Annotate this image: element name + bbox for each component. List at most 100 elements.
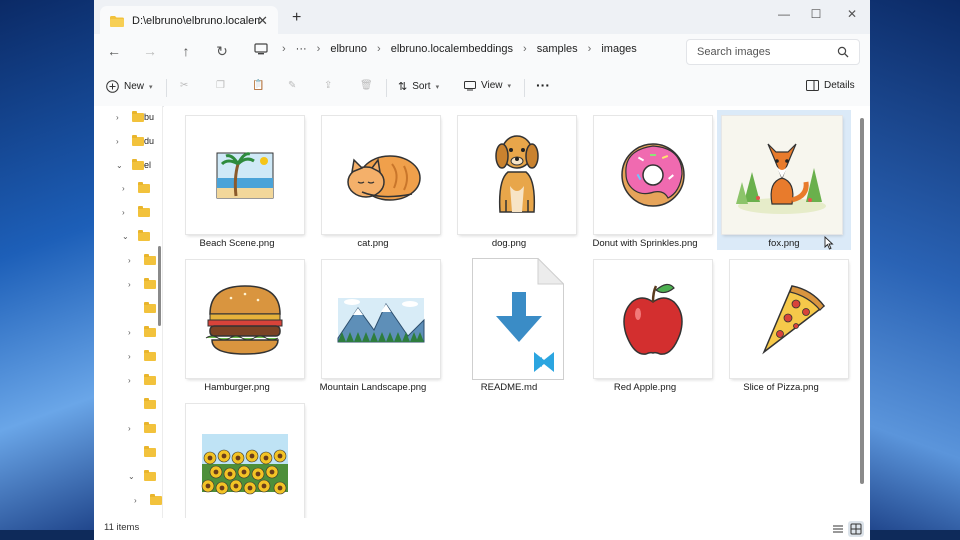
chevron-icon[interactable]: ›: [128, 376, 138, 385]
details-pane-button[interactable]: Details: [806, 80, 855, 91]
rename-icon[interactable]: ✎: [288, 80, 296, 91]
chevron-icon[interactable]: ›: [128, 280, 138, 289]
content-scrollbar[interactable]: [860, 118, 864, 484]
nav-item[interactable]: [128, 302, 156, 313]
chevron-right-icon[interactable]: ›: [317, 43, 321, 55]
chevron-icon[interactable]: ›: [128, 256, 138, 265]
navigation-scrollbar[interactable]: [158, 246, 161, 326]
nav-item-label: el: [144, 160, 152, 170]
sort-button[interactable]: ⇅ Sort ▾: [398, 80, 439, 93]
chevron-icon[interactable]: ›: [128, 352, 138, 361]
delete-icon[interactable]: 🗑: [360, 80, 373, 91]
search-box[interactable]: [686, 39, 860, 65]
cut-icon[interactable]: ✂: [180, 80, 188, 91]
view-button-label: View: [481, 80, 503, 91]
file-name: Red Apple.png: [613, 382, 677, 393]
file-item[interactable]: Donut with Sprinkles.png: [577, 110, 713, 250]
chevron-right-icon[interactable]: ›: [282, 43, 286, 55]
file-item[interactable]: Beach Scene.png: [169, 110, 305, 250]
breadcrumb-images[interactable]: images: [601, 43, 636, 55]
nav-item[interactable]: › du: [116, 134, 155, 146]
chevron-icon[interactable]: ›: [122, 184, 132, 193]
file-item[interactable]: README.md: [441, 254, 577, 394]
view-button[interactable]: View ▾: [464, 80, 511, 91]
file-item[interactable]: dog.png: [441, 110, 577, 250]
nav-item[interactable]: ⌄: [128, 470, 156, 481]
nav-item[interactable]: ›: [128, 254, 156, 265]
nav-item[interactable]: ›: [128, 350, 156, 361]
new-button[interactable]: New ▾: [106, 80, 153, 93]
desktop-wallpaper-left: [0, 0, 96, 540]
see-more-button[interactable]: ···: [536, 77, 550, 93]
file-grid: Beach Scene.png cat.png dog.png Donut wi…: [164, 106, 870, 522]
close-window-button[interactable]: ✕: [842, 7, 862, 21]
fox-thumbnail: [722, 116, 842, 234]
chevron-right-icon[interactable]: ›: [377, 43, 381, 55]
folder-icon: [144, 302, 156, 313]
refresh-icon[interactable]: ↻: [212, 43, 232, 60]
explorer-tab[interactable]: D:\elbruno\elbruno.localembeddings ✕: [100, 6, 278, 36]
file-item[interactable]: Mountain Landscape.png: [305, 254, 441, 394]
file-item[interactable]: cat.png: [305, 110, 441, 250]
paste-icon[interactable]: 📋: [252, 80, 264, 91]
mouse-cursor-icon: [824, 236, 834, 250]
chevron-icon[interactable]: ⌄: [122, 232, 132, 241]
minimize-button[interactable]: —: [774, 7, 794, 21]
forward-arrow-icon[interactable]: →: [140, 43, 160, 59]
nav-item[interactable]: ›: [128, 326, 156, 337]
chevron-icon[interactable]: ›: [134, 496, 144, 505]
plus-circle-icon: [106, 80, 119, 93]
breadcrumb-samples[interactable]: samples: [537, 43, 578, 55]
nav-item[interactable]: ⌄ el: [116, 158, 152, 170]
chevron-right-icon[interactable]: ›: [523, 43, 527, 55]
chevron-icon[interactable]: ›: [116, 137, 126, 146]
copy-icon[interactable]: ❐: [216, 80, 225, 91]
new-tab-button[interactable]: +: [292, 9, 301, 27]
file-item[interactable]: [169, 398, 305, 538]
chevron-icon[interactable]: ⌄: [128, 472, 138, 481]
nav-item[interactable]: ›: [122, 182, 150, 193]
share-icon[interactable]: ⇪: [324, 80, 332, 91]
chevron-down-icon: ▾: [149, 83, 153, 91]
vscode-file-icon: [472, 257, 565, 380]
chevron-icon[interactable]: ›: [116, 113, 126, 122]
nav-item[interactable]: [128, 398, 156, 409]
desktop-wallpaper-right: [868, 0, 960, 540]
beach-thumbnail: [186, 116, 304, 234]
file-item[interactable]: Hamburger.png: [169, 254, 305, 394]
file-item[interactable]: Slice of Pizza.png: [713, 254, 849, 394]
tab-title: D:\elbruno\elbruno.localembeddings: [132, 15, 260, 27]
chevron-icon[interactable]: ⌄: [116, 161, 126, 170]
nav-item[interactable]: ⌄: [122, 230, 150, 241]
nav-item[interactable]: [128, 446, 156, 457]
close-tab-icon[interactable]: ✕: [257, 13, 268, 29]
chevron-icon[interactable]: ›: [128, 328, 138, 337]
large-icons-view-icon[interactable]: [848, 521, 864, 537]
nav-item[interactable]: ›: [134, 494, 162, 505]
toolbar-divider: [166, 79, 167, 97]
search-input[interactable]: [697, 46, 837, 58]
this-pc-icon[interactable]: [254, 43, 268, 55]
nav-item[interactable]: ›: [128, 422, 156, 433]
file-item-selected[interactable]: fox.png: [717, 110, 851, 250]
breadcrumb-overflow-button[interactable]: ···: [296, 43, 307, 55]
file-name: Slice of Pizza.png: [743, 382, 819, 393]
nav-item[interactable]: ›: [122, 206, 150, 217]
up-arrow-icon[interactable]: ↑: [176, 43, 196, 59]
nav-item-label: du: [144, 136, 155, 146]
maximize-button[interactable]: ☐: [806, 7, 826, 21]
file-item[interactable]: Red Apple.png: [577, 254, 713, 394]
breadcrumb-elbruno[interactable]: elbruno: [330, 43, 367, 55]
chevron-icon[interactable]: ›: [122, 208, 132, 217]
details-view-icon[interactable]: [830, 521, 846, 537]
nav-item[interactable]: ›: [128, 278, 156, 289]
breadcrumb-localembeddings[interactable]: elbruno.localembeddings: [391, 43, 513, 55]
dog-thumbnail: [458, 116, 576, 234]
back-arrow-icon[interactable]: ←: [104, 43, 124, 59]
nav-item[interactable]: ›: [128, 374, 156, 385]
chevron-right-icon[interactable]: ›: [588, 43, 592, 55]
file-name: Donut with Sprinkles.png: [592, 238, 698, 249]
chevron-icon[interactable]: ›: [128, 424, 138, 433]
folder-icon: [144, 374, 156, 385]
nav-item[interactable]: › bu: [116, 110, 154, 122]
